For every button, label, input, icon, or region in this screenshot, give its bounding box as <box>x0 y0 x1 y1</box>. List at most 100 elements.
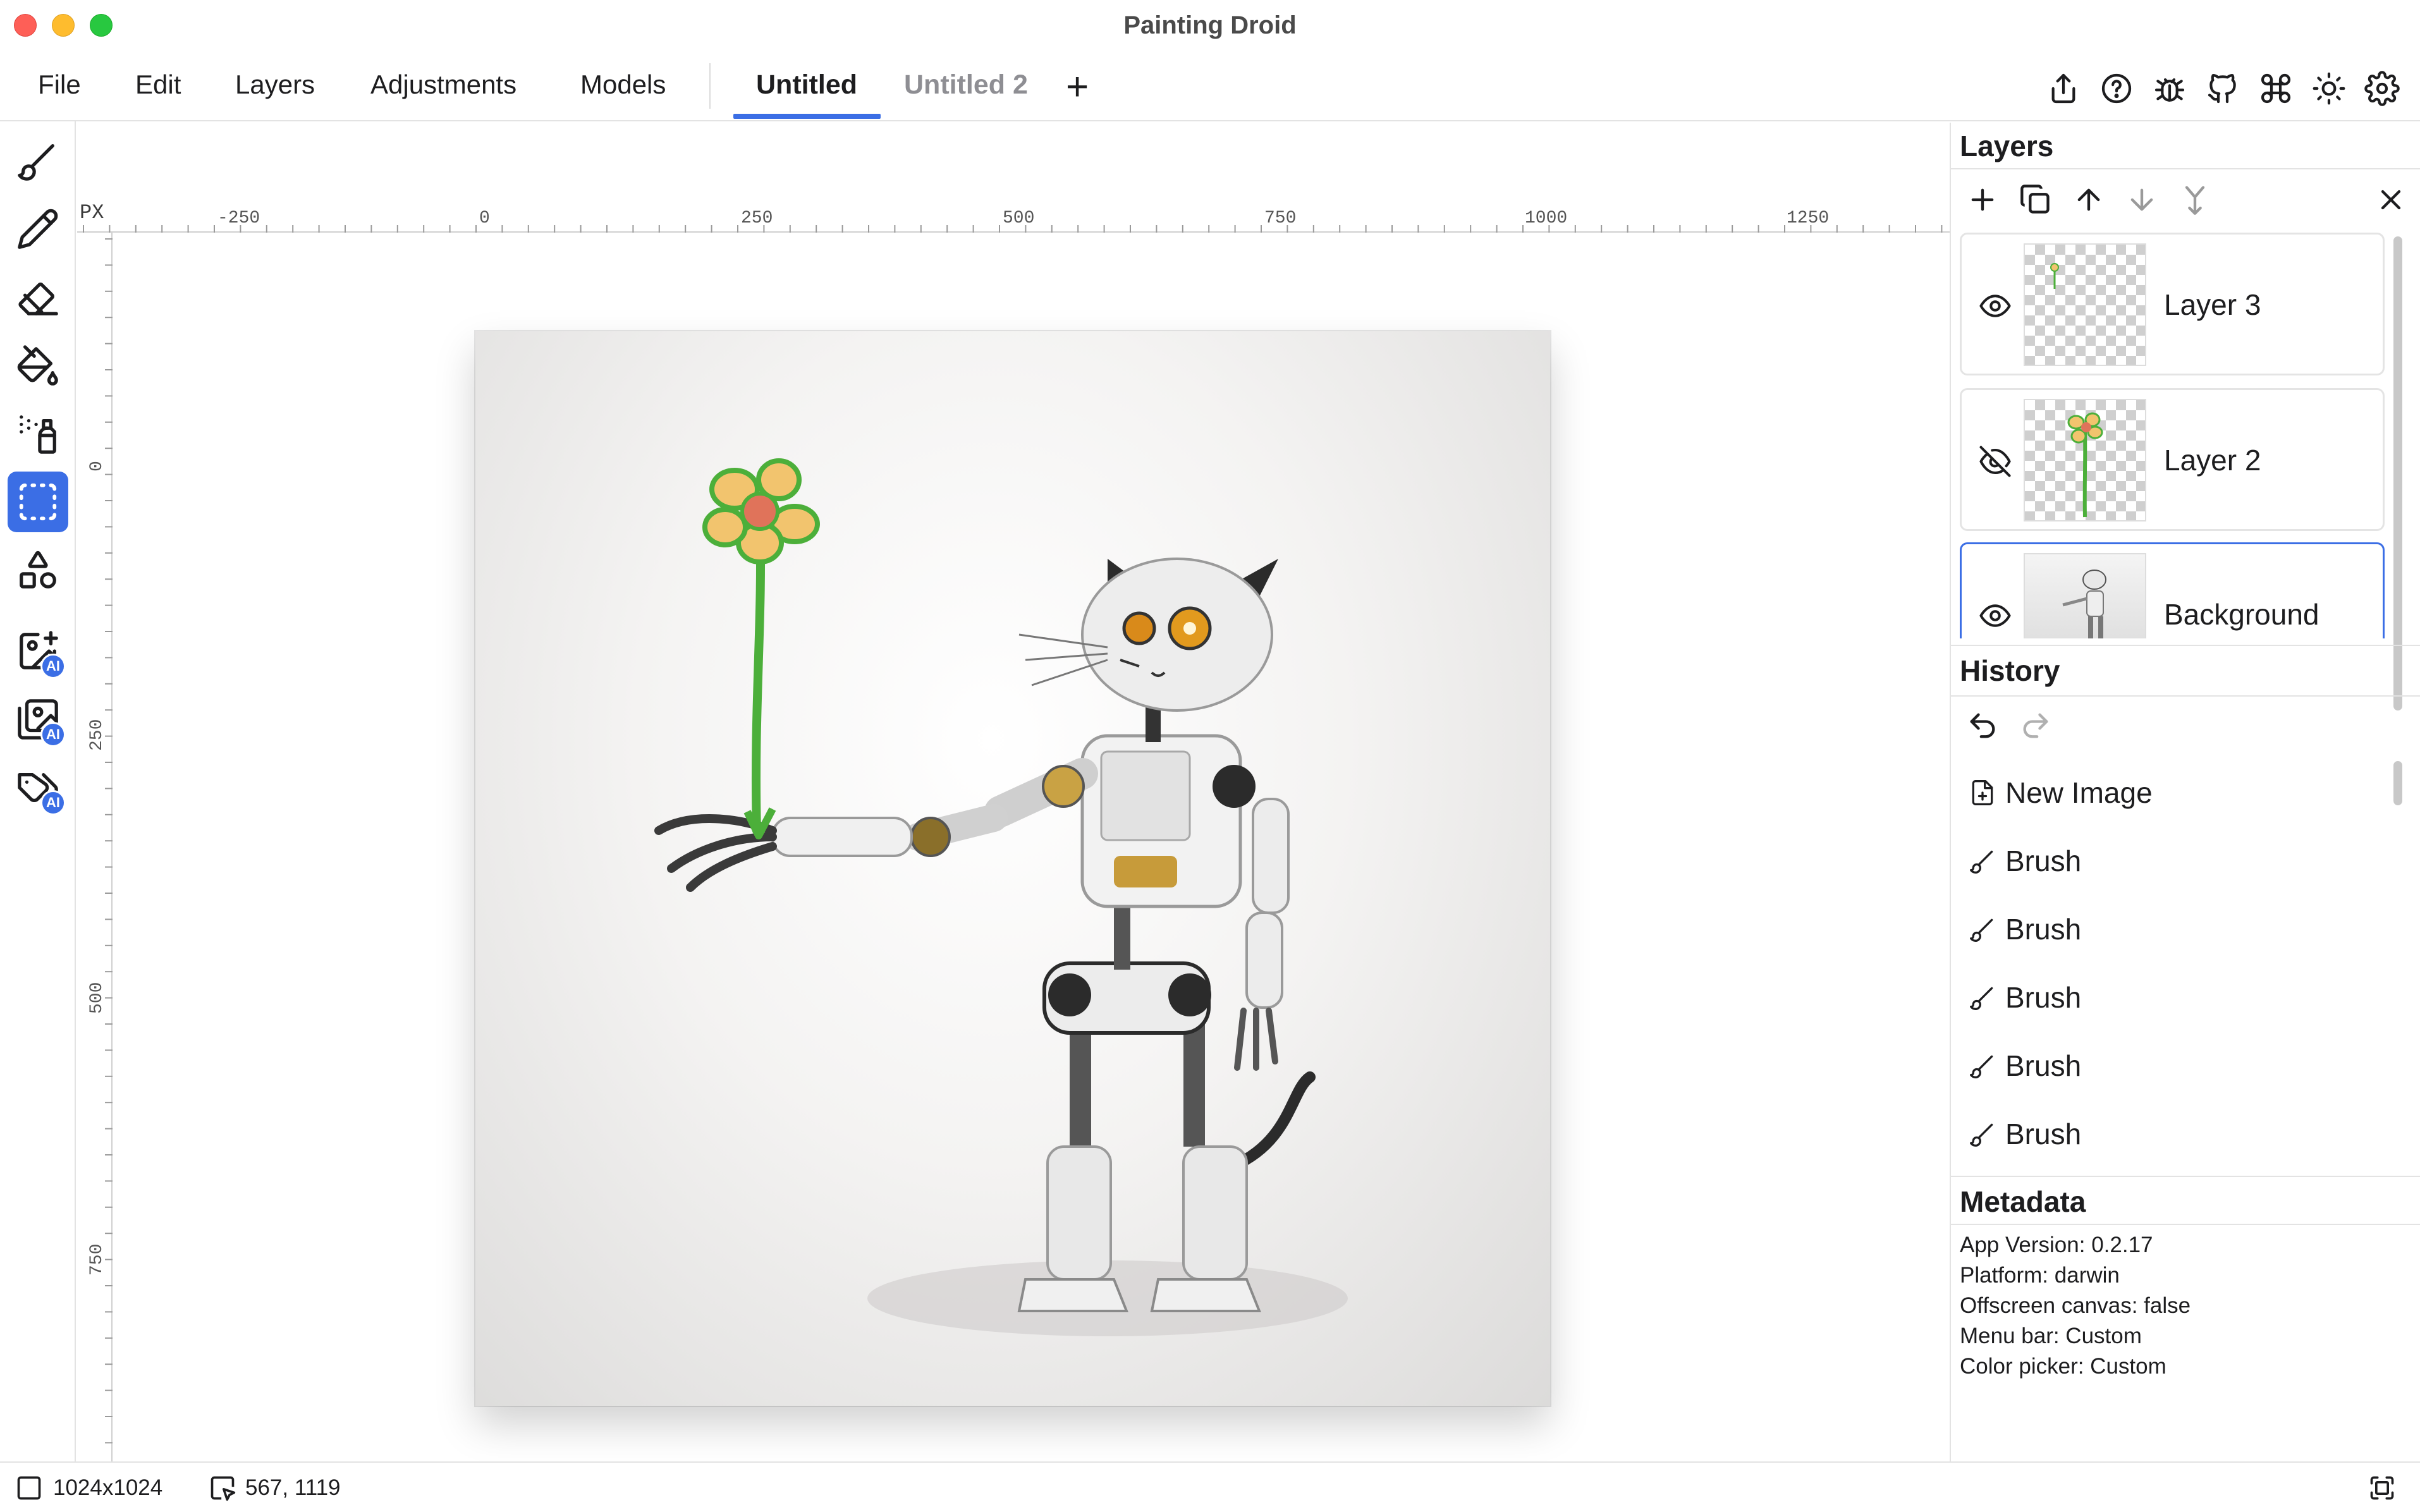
status-bar: 1024x1024 567, 1119 <box>0 1461 2420 1512</box>
metadata-offscreen-canvas: Offscreen canvas: false <box>1960 1293 2191 1318</box>
ai-inpaint-tool[interactable]: AI <box>8 689 68 750</box>
eye-icon[interactable] <box>1978 599 2012 633</box>
menu-models[interactable]: Models <box>580 70 666 100</box>
history-panel-title: History <box>1960 654 2060 687</box>
menu-file[interactable]: File <box>38 70 81 100</box>
layer-thumbnail <box>2024 243 2146 366</box>
eye-icon[interactable] <box>1978 289 2012 323</box>
panel-divider <box>1951 695 2420 697</box>
menu-adjustments[interactable]: Adjustments <box>370 70 516 100</box>
layer-name: Layer 2 <box>2164 444 2261 477</box>
paint-bucket-icon <box>17 345 58 386</box>
panel-divider <box>1951 168 2420 169</box>
right-panel: Layers Layer 3 Layer 2 Background Histor… <box>1950 123 2420 1461</box>
history-item[interactable]: Brush <box>1969 1040 2081 1091</box>
rectangle-select-icon <box>19 483 57 521</box>
gear-icon[interactable] <box>2364 71 2400 106</box>
ai-badge: AI <box>40 790 66 815</box>
tool-bar: AI AI AI <box>0 121 76 1461</box>
history-item[interactable]: Brush <box>1969 904 2081 954</box>
brush-icon <box>1970 918 1993 942</box>
ai-generate-tool[interactable]: AI <box>8 621 68 681</box>
history-item[interactable]: Brush <box>1969 1109 2081 1159</box>
layer-item[interactable]: Layer 3 <box>1960 233 2385 375</box>
pencil-tool[interactable] <box>8 198 68 259</box>
cursor-position: 567, 1119 <box>245 1475 341 1500</box>
cursor-icon <box>211 1476 236 1501</box>
merge-icon[interactable] <box>2179 183 2211 216</box>
eraser-tool[interactable] <box>8 267 68 327</box>
metadata-app-version: App Version: 0.2.17 <box>1960 1233 2153 1257</box>
plus-icon[interactable] <box>1966 183 1999 216</box>
bug-icon[interactable] <box>2152 71 2187 106</box>
tab-untitled[interactable]: Untitled <box>756 70 857 101</box>
history-item[interactable]: New Image <box>1969 767 2153 818</box>
ruler-label: 500 <box>1003 209 1035 228</box>
active-tab-indicator <box>733 114 881 119</box>
history-item[interactable]: Brush <box>1969 972 2081 1023</box>
select-tool[interactable] <box>8 472 68 532</box>
ruler-label: 1250 <box>1787 209 1830 228</box>
ai-label-tool[interactable]: AI <box>8 757 68 818</box>
close-icon[interactable] <box>2374 183 2407 216</box>
metadata-panel-title: Metadata <box>1960 1185 2086 1218</box>
brush-icon <box>18 144 54 181</box>
duplicate-icon[interactable] <box>2019 183 2052 216</box>
add-tab-button[interactable]: + <box>1066 64 1089 109</box>
canvas-size-icon <box>17 1476 41 1500</box>
ruler-label: -250 <box>217 209 260 228</box>
ruler-label: 750 <box>87 1243 107 1276</box>
metadata-color-picker: Color picker: Custom <box>1960 1354 2166 1379</box>
ruler-label: 1000 <box>1525 209 1568 228</box>
brush-icon <box>1970 1055 1993 1078</box>
ruler-label: 500 <box>87 982 107 1014</box>
history-item[interactable]: Brush <box>1969 836 2081 886</box>
shapes-tool[interactable] <box>8 540 68 601</box>
layer-item[interactable]: Layer 2 <box>1960 388 2385 531</box>
arrow-down-icon[interactable] <box>2125 183 2158 216</box>
metadata-platform: Platform: darwin <box>1960 1263 2120 1288</box>
layers-scrollbar[interactable] <box>2393 236 2402 710</box>
layer-name: Layer 3 <box>2164 288 2261 321</box>
layer-thumbnail <box>2024 399 2146 521</box>
fill-tool[interactable] <box>8 335 68 396</box>
canvas-area[interactable]: -250 0 250 500 750 1000 1250 PX 0 250 50… <box>77 123 1950 1461</box>
panel-divider <box>1951 1224 2420 1225</box>
history-scrollbar[interactable] <box>2393 761 2402 805</box>
spray-tool[interactable] <box>8 403 68 464</box>
help-icon[interactable] <box>2099 71 2134 106</box>
ruler-unit: PX <box>80 201 104 224</box>
redo-icon[interactable] <box>2019 709 2052 742</box>
layers-panel-title: Layers <box>1960 130 2054 162</box>
fit-screen-icon[interactable] <box>2368 1474 2396 1502</box>
history-label: Brush <box>2005 1049 2082 1082</box>
menu-layers[interactable]: Layers <box>235 70 315 100</box>
image-canvas[interactable] <box>475 331 1550 1406</box>
ruler-label: 250 <box>87 719 107 751</box>
history-label: Brush <box>2005 844 2082 877</box>
menu-edit[interactable]: Edit <box>135 70 181 100</box>
canvas-size: 1024x1024 <box>53 1475 163 1500</box>
eraser-icon <box>18 283 58 315</box>
app-title: Painting Droid <box>1123 11 1297 39</box>
github-icon[interactable] <box>2205 71 2240 106</box>
layer-item-selected[interactable]: Background <box>1960 542 2385 638</box>
arrow-up-icon[interactable] <box>2072 183 2105 216</box>
ruler-label: 0 <box>479 209 490 228</box>
panel-divider <box>1951 645 2420 646</box>
eye-off-icon[interactable] <box>1978 444 2012 479</box>
sun-icon[interactable] <box>2311 71 2347 106</box>
command-icon[interactable] <box>2258 71 2294 106</box>
tab-untitled-2[interactable]: Untitled 2 <box>904 70 1028 101</box>
history-label: Brush <box>2005 913 2082 946</box>
history-label: New Image <box>2005 776 2153 809</box>
brush-tool[interactable] <box>8 130 68 191</box>
ruler-label: 750 <box>1264 209 1297 228</box>
layer-name: Background <box>2164 598 2319 631</box>
share-icon[interactable] <box>2046 71 2081 106</box>
history-label: Brush <box>2005 981 2082 1014</box>
history-label: Brush <box>2005 1118 2082 1150</box>
undo-icon[interactable] <box>1966 709 1999 742</box>
brush-icon <box>1970 1123 1993 1147</box>
brush-icon <box>1970 850 1993 874</box>
